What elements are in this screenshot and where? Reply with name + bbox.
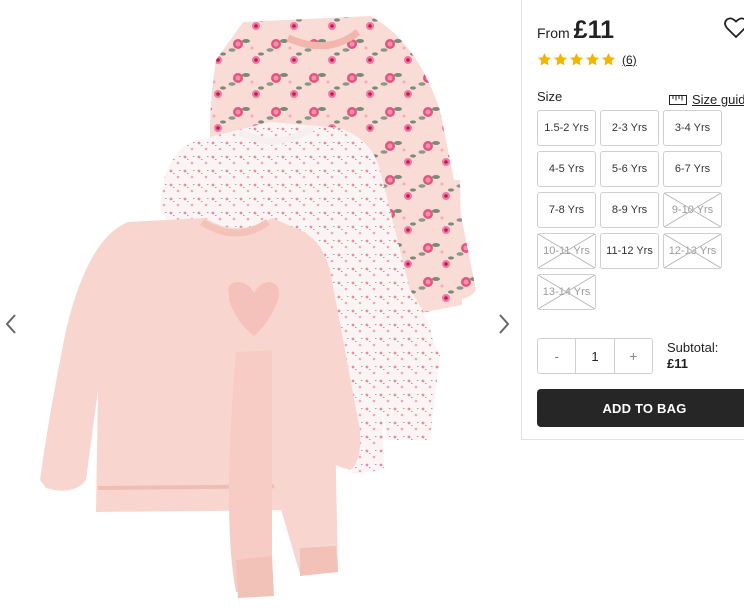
out-of-stock-cross-icon: [664, 193, 721, 227]
gallery-next-button[interactable]: [494, 312, 514, 336]
chevron-right-icon: [499, 314, 510, 334]
star-icon: [585, 52, 600, 66]
star-icon: [601, 52, 616, 66]
quantity-increase-button[interactable]: +: [615, 339, 652, 373]
size-option-label: 7-8 Yrs: [548, 204, 585, 216]
out-of-stock-cross-icon: [538, 234, 595, 268]
size-option-button[interactable]: 6-7 Yrs: [663, 151, 722, 187]
size-option-button[interactable]: 1.5-2 Yrs: [537, 110, 596, 146]
size-label: Size: [537, 89, 563, 104]
subtotal: Subtotal: £11: [667, 340, 718, 372]
size-option-button[interactable]: 2-3 Yrs: [600, 110, 659, 146]
quantity-stepper: - 1 +: [537, 338, 653, 374]
size-option-button: 12-13 Yrs: [663, 233, 722, 269]
review-count-link[interactable]: (6): [622, 53, 637, 67]
size-option-label: 4-5 Yrs: [548, 163, 585, 175]
size-option-button[interactable]: 4-5 Yrs: [537, 151, 596, 187]
gallery-prev-button[interactable]: [2, 312, 22, 336]
star-icon: [537, 52, 552, 66]
product-info-panel: From £11 (6) Size Size guide 1.5-2 Yrs 2-…: [521, 0, 744, 440]
pink-pyjama-set: [40, 218, 361, 598]
rating-stars: [537, 52, 616, 67]
wishlist-button[interactable]: [724, 17, 744, 39]
size-guide-label: Size guide: [692, 92, 744, 107]
size-option-button: 9-10 Yrs: [663, 192, 722, 228]
add-to-bag-button[interactable]: ADD TO BAG: [537, 389, 744, 427]
subtotal-label: Subtotal:: [667, 340, 719, 355]
product-gallery: [0, 0, 520, 603]
quantity-input[interactable]: 1: [575, 339, 615, 373]
subtotal-value: £11: [667, 356, 688, 371]
size-option-label: 11-12 Yrs: [606, 245, 653, 257]
size-option-label: 1.5-2 Yrs: [544, 122, 589, 134]
quantity-row: - 1 + Subtotal: £11: [537, 338, 718, 374]
out-of-stock-cross-icon: [664, 234, 721, 268]
size-option-button[interactable]: 11-12 Yrs: [600, 233, 659, 269]
size-option-button: 13-14 Yrs: [537, 274, 596, 310]
size-option-button: 10-11 Yrs: [537, 233, 596, 269]
heart-outline-icon: [724, 17, 744, 39]
ruler-icon: [669, 94, 687, 105]
size-option-button[interactable]: 3-4 Yrs: [663, 110, 722, 146]
size-guide-link[interactable]: Size guide: [669, 92, 744, 107]
size-option-button[interactable]: 5-6 Yrs: [600, 151, 659, 187]
size-option-button[interactable]: 7-8 Yrs: [537, 192, 596, 228]
size-option-label: 5-6 Yrs: [611, 163, 648, 175]
price-row: From £11: [537, 16, 614, 45]
product-image[interactable]: [0, 0, 520, 603]
star-icon: [569, 52, 584, 66]
price-value: £11: [573, 16, 615, 44]
price-from-label: From: [537, 25, 570, 41]
rating: (6): [537, 52, 637, 67]
size-option-label: 6-7 Yrs: [674, 163, 711, 175]
size-option-label: 3-4 Yrs: [674, 122, 711, 134]
quantity-decrease-button[interactable]: -: [538, 339, 575, 373]
size-options: 1.5-2 Yrs 2-3 Yrs 3-4 Yrs 4-5 Yrs 5-6 Yrs 6-7…: [537, 110, 727, 310]
size-option-label: 2-3 Yrs: [611, 122, 648, 134]
star-icon: [553, 52, 568, 66]
size-option-button[interactable]: 8-9 Yrs: [600, 192, 659, 228]
out-of-stock-cross-icon: [538, 275, 595, 309]
chevron-left-icon: [5, 314, 16, 334]
size-option-label: 8-9 Yrs: [611, 204, 648, 216]
